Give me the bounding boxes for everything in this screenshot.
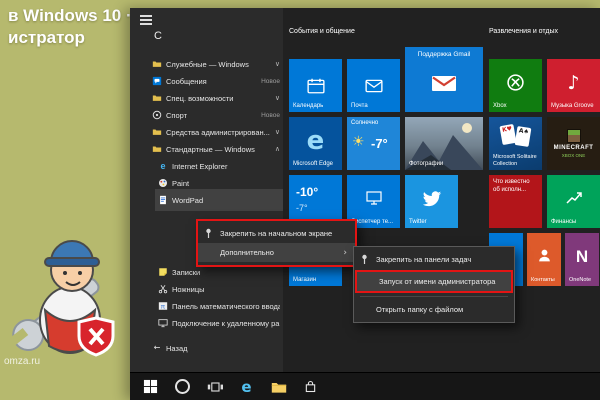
- watermark: omza.ru: [4, 356, 40, 367]
- section-letter[interactable]: С: [154, 30, 162, 42]
- pin-icon: [204, 228, 213, 239]
- app-item-remote-desktop[interactable]: Подключение к удаленному ра...: [158, 315, 280, 331]
- folder-icon: [152, 93, 162, 103]
- chevron-up-icon: ∧: [275, 145, 280, 153]
- menu-separator: [360, 296, 508, 297]
- app-item-messaging[interactable]: Сообщения Новое: [152, 73, 280, 89]
- tile-onenote[interactable]: N OneNote: [565, 233, 599, 286]
- math-input-icon: π: [158, 301, 168, 311]
- app-item-admin-tools-folder[interactable]: Средства администрирован... ∨: [152, 124, 280, 140]
- tile-finance[interactable]: Финансы: [547, 175, 600, 228]
- tile-solitaire[interactable]: K♥ A♠ Microsoft Solitaire Collection: [489, 117, 542, 170]
- tile-xbox[interactable]: Xbox: [489, 59, 542, 112]
- snipping-tool-icon: [158, 284, 168, 294]
- minecraft-block-icon: [567, 129, 581, 143]
- tile-weather[interactable]: Солнечно ☀ -7°: [347, 117, 400, 170]
- tile-mail[interactable]: Почта: [347, 59, 400, 112]
- cortana-search-button[interactable]: [174, 378, 191, 395]
- sun-icon: ☀: [352, 134, 365, 150]
- new-badge: Новое: [261, 78, 280, 85]
- tutorial-title: в Windows 10 · истратор: [8, 5, 132, 49]
- app-item-paint[interactable]: Paint: [158, 175, 280, 191]
- submenu-arrow-icon: ›: [343, 248, 347, 258]
- tile-people[interactable]: Контакты: [527, 233, 561, 286]
- store-taskbar-icon[interactable]: [302, 378, 319, 395]
- tile-twitter[interactable]: Twitter: [405, 175, 458, 228]
- back-arrow-icon: ←: [152, 343, 162, 353]
- edge-taskbar-icon[interactable]: e: [238, 378, 255, 395]
- app-item-ease-of-access-folder[interactable]: Спец. возможности ∨: [152, 90, 280, 106]
- remote-desktop-icon: [158, 318, 168, 328]
- app-item-wordpad[interactable]: WordPad: [158, 192, 280, 208]
- app-item-math-input-panel[interactable]: π Панель математического ввода: [158, 298, 280, 314]
- hamburger-menu-icon[interactable]: [140, 15, 152, 27]
- annotation-highlight: Запуск от имени администратора: [355, 270, 513, 293]
- tutorial-title-line2: истратор: [8, 27, 132, 49]
- folder-icon: [152, 144, 162, 154]
- chevron-down-icon: ∨: [275, 60, 280, 68]
- menu-item-pin-to-start[interactable]: Закрепить на начальном экране: [198, 224, 355, 243]
- tile-group-title[interactable]: События и общение: [289, 28, 355, 35]
- sticky-notes-icon: [158, 267, 168, 277]
- messaging-icon: [152, 76, 162, 86]
- paint-icon: [158, 178, 168, 188]
- tile-gmail-support[interactable]: Поддержка Gmail: [405, 47, 483, 112]
- internet-explorer-icon: e: [158, 161, 168, 171]
- wordpad-icon: [158, 195, 168, 205]
- start-button[interactable]: [142, 378, 159, 395]
- tile-photos[interactable]: Фотографии: [405, 117, 483, 170]
- mascot-illustration: [0, 202, 132, 372]
- tile-groove-music[interactable]: ♪ Музыка Groove: [547, 59, 600, 112]
- taskbar: e: [130, 372, 600, 400]
- windows-screenshot: С Служебные — Windows ∨ Сообщения Новое …: [130, 8, 600, 400]
- app-item-internet-explorer[interactable]: e Internet Explorer: [158, 158, 280, 174]
- menu-item-run-as-administrator[interactable]: Запуск от имени администратора: [357, 272, 511, 291]
- menu-item-open-file-location[interactable]: Открыть папку с файлом: [354, 300, 514, 319]
- tile-calendar[interactable]: Календарь: [289, 59, 342, 112]
- wordpad-context-menu: Закрепить на начальном экране Дополнител…: [196, 219, 357, 267]
- more-submenu: Закрепить на панели задач Запуск от имен…: [353, 246, 515, 323]
- app-item-windows-system-folder[interactable]: Служебные — Windows ∨: [152, 56, 280, 72]
- chevron-down-icon: ∨: [275, 94, 280, 102]
- folder-icon: [152, 59, 162, 69]
- tile-news[interactable]: Что известно об исполн...: [489, 175, 542, 228]
- tile-microsoft-edge[interactable]: e Microsoft Edge: [289, 117, 342, 170]
- new-badge: Новое: [261, 112, 280, 119]
- tile-group-title[interactable]: Развлечения и отдых: [489, 28, 558, 35]
- file-explorer-icon[interactable]: [270, 378, 287, 395]
- pin-icon: [360, 254, 369, 265]
- app-item-sport[interactable]: Спорт Новое: [152, 107, 280, 123]
- tutorial-title-line1: в Windows 10 ·: [8, 5, 132, 27]
- app-item-snipping-tool[interactable]: Ножницы: [158, 281, 280, 297]
- task-view-button[interactable]: [206, 378, 223, 395]
- svg-text:π: π: [161, 303, 166, 310]
- playing-card: A♠: [515, 126, 532, 147]
- gmail-icon: [405, 55, 483, 112]
- tutorial-image: в Windows 10 · истратор omza.ru С Служеб…: [0, 0, 600, 400]
- app-item-accessories-folder[interactable]: Стандартные — Windows ∧: [152, 141, 280, 157]
- chevron-down-icon: ∨: [275, 128, 280, 136]
- tile-minecraft[interactable]: MINECRAFT XBOX ONE: [547, 117, 600, 170]
- back-button[interactable]: ← Назад: [152, 340, 280, 356]
- sports-icon: [152, 110, 162, 120]
- folder-icon: [152, 127, 162, 137]
- menu-item-pin-to-taskbar[interactable]: Закрепить на панели задач: [354, 250, 514, 269]
- menu-item-more[interactable]: Дополнительно ›: [198, 243, 355, 262]
